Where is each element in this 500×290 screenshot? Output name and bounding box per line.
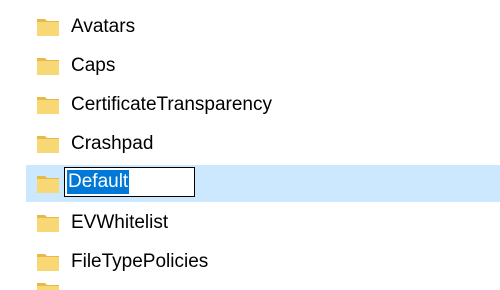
folder-name: Caps <box>71 54 116 76</box>
folder-name: CertificateTransparency <box>71 93 272 115</box>
folder-item-selected[interactable]: Default <box>26 165 500 202</box>
folder-icon <box>37 175 59 193</box>
folder-name: Avatars <box>71 15 136 37</box>
folder-icon <box>37 135 59 153</box>
folder-item[interactable]: FileTypePolicies <box>0 243 500 280</box>
folder-list: Avatars Caps CertificateTransparency Cra… <box>0 0 500 290</box>
folder-icon <box>37 57 59 75</box>
folder-item[interactable]: Avatars <box>0 8 500 45</box>
folder-name: FileTypePolicies <box>71 250 209 272</box>
folder-item[interactable]: Crashpad <box>0 125 500 162</box>
folder-item[interactable]: Caps <box>0 47 500 84</box>
folder-item[interactable]: EVWhitelist <box>0 204 500 241</box>
folder-name: EVWhitelist <box>71 211 169 233</box>
folder-icon <box>37 214 59 232</box>
rename-input[interactable]: Default <box>64 167 195 197</box>
folder-icon <box>37 18 59 36</box>
folder-icon <box>37 253 59 271</box>
rename-text: Default <box>67 170 130 194</box>
folder-icon <box>37 283 59 290</box>
folder-name: Crashpad <box>71 132 154 154</box>
folder-item[interactable]: CertificateTransparency <box>0 86 500 123</box>
folder-icon <box>37 96 59 114</box>
